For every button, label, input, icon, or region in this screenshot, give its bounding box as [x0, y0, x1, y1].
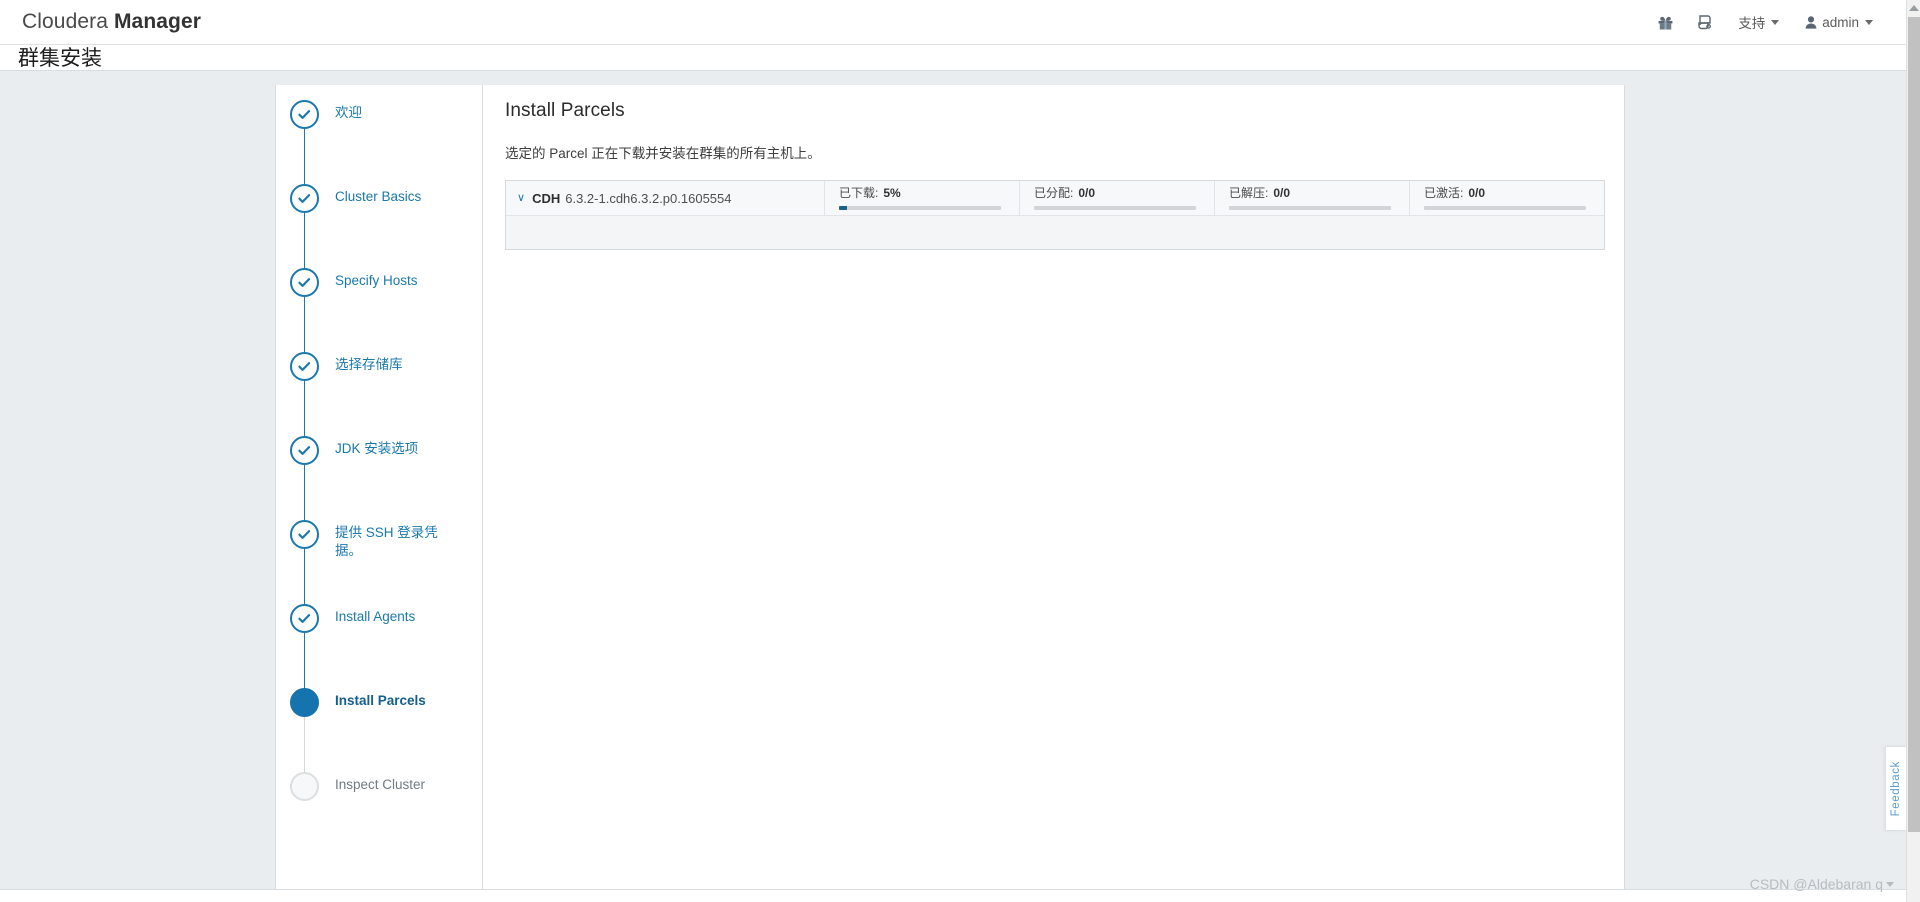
sidebar-step-specify-hosts[interactable]: Specify Hosts — [290, 268, 470, 381]
progress-label: 已下载: 5% — [839, 186, 1001, 200]
progress-label-text: 已激活: — [1424, 186, 1464, 200]
support-menu-label: 支持 — [1738, 16, 1766, 31]
gift-icon — [1658, 16, 1673, 30]
support-menu[interactable]: 支持 — [1725, 0, 1792, 44]
check-icon — [298, 110, 311, 119]
sidebar-step-select-repository[interactable]: 选择存储库 — [290, 352, 470, 465]
progress-label-value: 0/0 — [1468, 186, 1486, 200]
user-icon — [1805, 15, 1817, 29]
feedback-tab[interactable]: Feedback — [1885, 746, 1906, 831]
chevron-down-icon — [1865, 19, 1873, 25]
scroll-up-button[interactable] — [1907, 0, 1920, 16]
top-navigation-right: 支持 admin — [1645, 0, 1906, 44]
sidebar-step-welcome[interactable]: 欢迎 — [290, 100, 470, 213]
check-icon — [298, 194, 311, 203]
feedback-label: Feedback — [1890, 760, 1902, 817]
parcel-name: CDH — [532, 190, 561, 206]
chevron-down-icon[interactable]: ∨ — [517, 192, 525, 204]
triangle-up-icon — [1909, 5, 1919, 11]
step-marker-done — [290, 352, 319, 381]
parcel-name-cell[interactable]: ∨ CDH 6.3.2-1.cdh6.3.2.p0.1605554 — [506, 181, 824, 215]
content-description: 选定的 Parcel 正在下载并安装在群集的所有主机上。 — [505, 146, 821, 161]
caret-down-icon — [1886, 881, 1894, 887]
step-marker-done — [290, 100, 319, 129]
step-marker-done — [290, 436, 319, 465]
main-content: Install Parcels 选定的 Parcel 正在下载并安装在群集的所有… — [505, 100, 1605, 250]
gift-icon-button[interactable] — [1645, 0, 1685, 44]
progress-label: 已分配: 0/0 — [1034, 186, 1196, 200]
progress-label-text: 已解压: — [1229, 186, 1269, 200]
progress-label-text: 已分配: — [1034, 186, 1074, 200]
step-marker-done — [290, 520, 319, 549]
sidebar-step-label: Cluster Basics — [335, 189, 422, 204]
step-marker-active — [290, 688, 319, 717]
sidebar-step-ssh-credentials[interactable]: 提供 SSH 登录凭据。 — [290, 520, 470, 633]
sidebar-step-jdk-options[interactable]: JDK 安装选项 — [290, 436, 470, 549]
step-marker-pending — [290, 772, 319, 801]
step-marker-done — [290, 268, 319, 297]
parcel-row: ∨ CDH 6.3.2-1.cdh6.3.2.p0.1605554 已下载: 5%… — [506, 181, 1604, 216]
scrollbar-thumb[interactable] — [1908, 17, 1920, 832]
progress-label: 已激活: 0/0 — [1424, 186, 1586, 200]
panel-divider — [482, 85, 483, 889]
progress-track — [1424, 206, 1586, 210]
chevron-down-icon — [1771, 19, 1780, 25]
content-title: Install Parcels — [505, 100, 625, 121]
parcel-progress-distributed: 已分配: 0/0 — [1019, 181, 1214, 215]
check-icon — [298, 362, 311, 371]
progress-track — [839, 206, 1001, 210]
user-menu[interactable]: admin — [1792, 0, 1886, 44]
progress-label-text: 已下载: — [839, 186, 879, 200]
progress-label-value: 0/0 — [1273, 186, 1291, 200]
panel-bottom-strip — [0, 889, 1906, 902]
check-icon — [298, 530, 311, 539]
parcel-progress-activated: 已激活: 0/0 — [1409, 181, 1604, 215]
watermark: CSDN @Aldebaran q — [1750, 876, 1894, 892]
parcel-progress-downloaded: 已下载: 5% — [824, 181, 1019, 215]
check-icon — [298, 446, 311, 455]
sidebar-step-cluster-basics[interactable]: Cluster Basics — [290, 184, 470, 297]
parcel-detail-body — [506, 216, 1604, 249]
progress-label-value: 0/0 — [1078, 186, 1096, 200]
sidebar-step-label: JDK 安装选项 — [335, 441, 419, 456]
sidebar-step-label: Install Parcels — [335, 693, 426, 708]
parcel-version: 6.3.2-1.cdh6.3.2.p0.1605554 — [565, 190, 732, 206]
sidebar-step-label: 提供 SSH 登录凭据。 — [335, 525, 438, 558]
progress-track — [1034, 206, 1196, 210]
progress-fill — [839, 206, 848, 210]
check-icon — [298, 278, 311, 287]
brand-suffix: Manager — [113, 10, 202, 33]
page-title-bar: 群集安装 — [0, 45, 1906, 71]
parcel-progress-card: ∨ CDH 6.3.2-1.cdh6.3.2.p0.1605554 已下载: 5%… — [505, 180, 1605, 250]
parcel-icon — [1698, 15, 1712, 30]
sidebar-step-label: 欢迎 — [335, 105, 362, 120]
sidebar-step-install-agents[interactable]: Install Agents — [290, 604, 470, 717]
check-icon — [298, 614, 311, 623]
parcel-progress-unpacked: 已解压: 0/0 — [1214, 181, 1409, 215]
sidebar-step-label: Specify Hosts — [335, 273, 418, 288]
brand-prefix: Cloudera — [22, 10, 109, 33]
parcel-icon-button[interactable] — [1685, 0, 1725, 44]
sidebar-step-label: Install Agents — [335, 609, 416, 624]
progress-track — [1229, 206, 1391, 210]
page-scrollbar[interactable] — [1906, 0, 1920, 902]
top-navigation-bar: Cloudera Manager 支持 admin — [0, 0, 1906, 45]
wizard-stepper: 欢迎 Cluster Basics Specify Hosts 选择存储库 JD… — [290, 100, 470, 801]
step-marker-done — [290, 604, 319, 633]
progress-label-value: 5% — [883, 186, 901, 200]
sidebar-step-install-parcels[interactable]: Install Parcels — [290, 688, 470, 801]
step-marker-done — [290, 184, 319, 213]
sidebar-step-inspect-cluster[interactable]: Inspect Cluster — [290, 772, 470, 801]
user-menu-label: admin — [1822, 14, 1859, 30]
app-brand[interactable]: Cloudera Manager — [22, 10, 201, 34]
watermark-text: CSDN @Aldebaran q — [1749, 876, 1883, 892]
sidebar-step-label: Inspect Cluster — [335, 777, 426, 792]
progress-label: 已解压: 0/0 — [1229, 186, 1391, 200]
page-title: 群集安装 — [18, 47, 102, 70]
sidebar-step-label: 选择存储库 — [335, 357, 403, 372]
